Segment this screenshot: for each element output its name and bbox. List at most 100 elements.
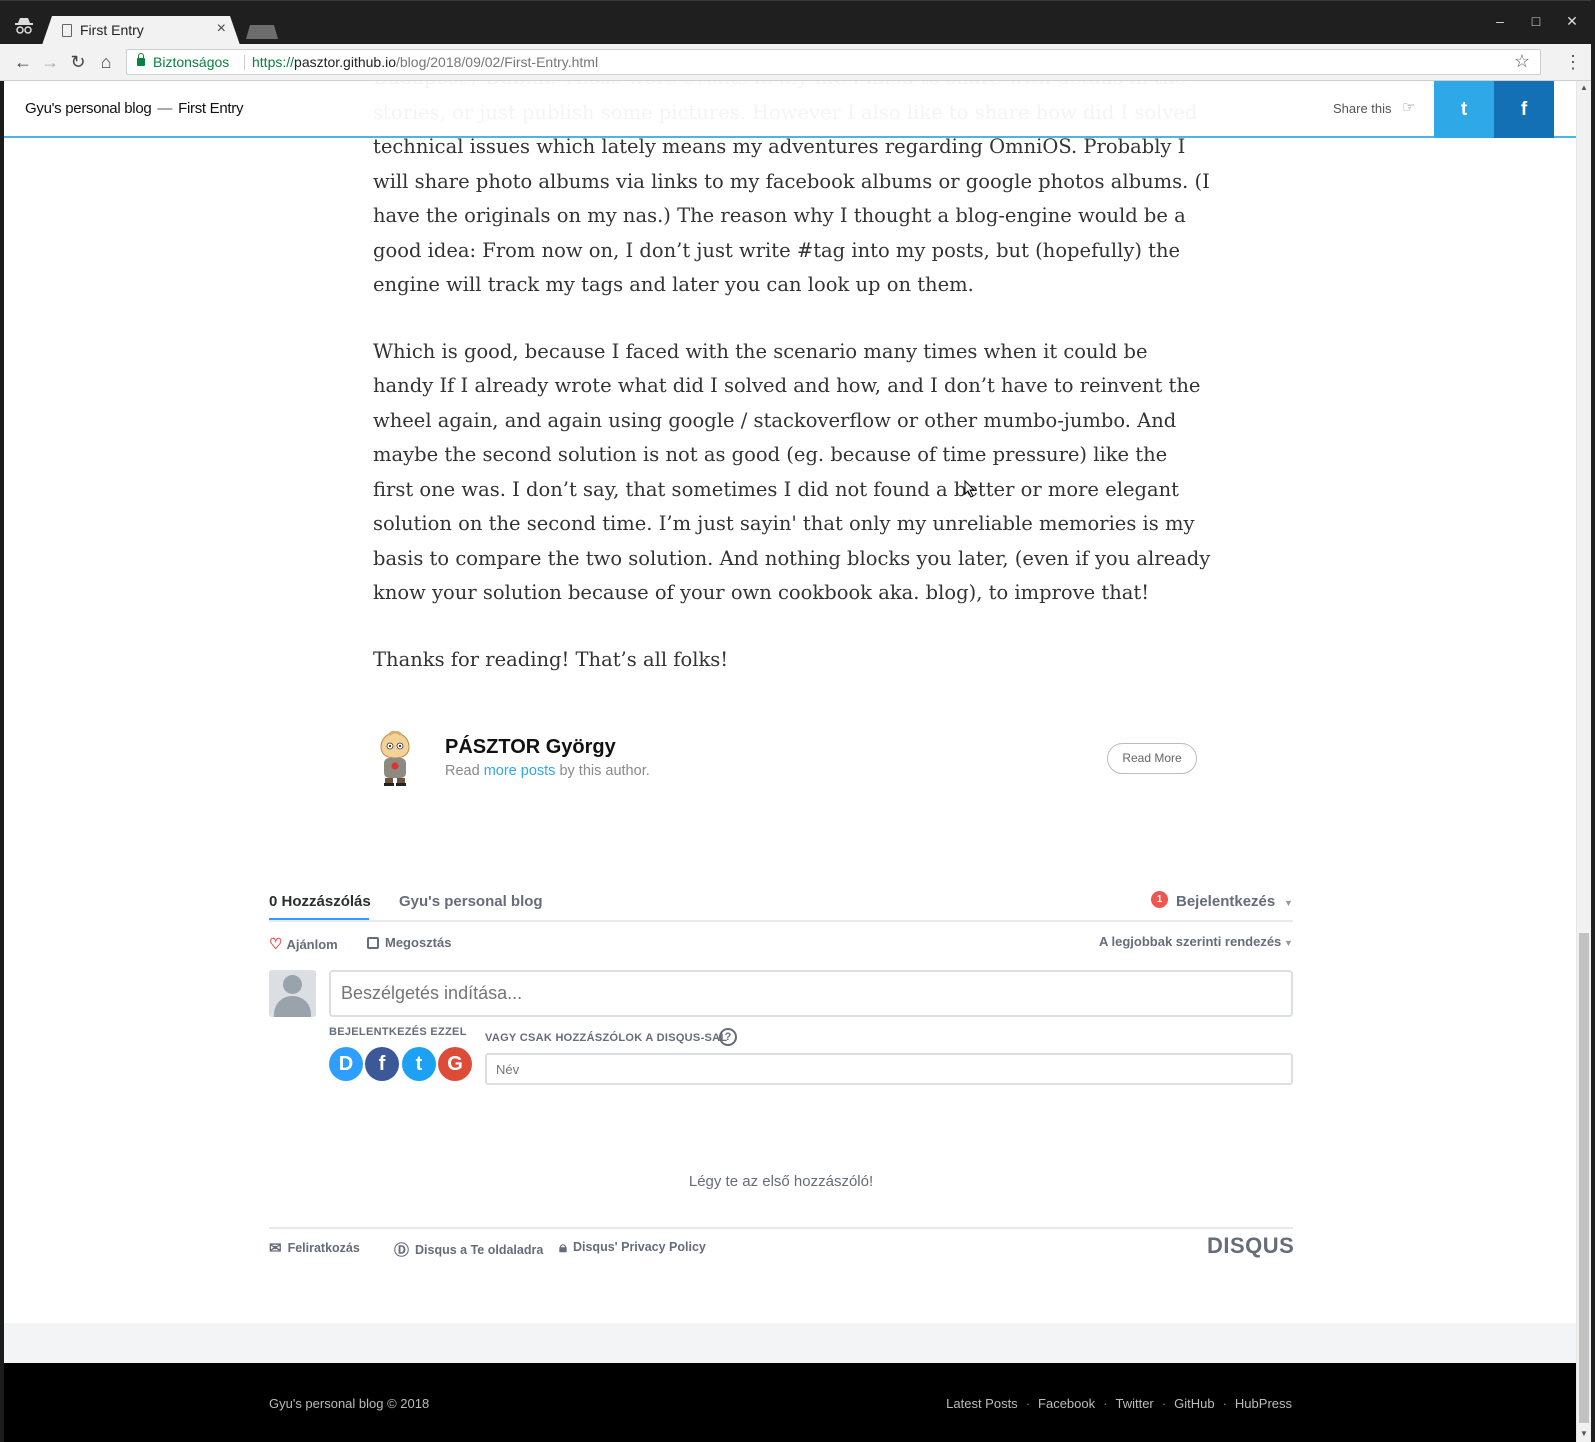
tab-comments-count[interactable]: 0 Hozzászólás [269,893,371,910]
post-title: First Entry [178,100,244,117]
facebook-login-icon[interactable]: f [365,1047,399,1081]
more-posts-link[interactable]: more posts [484,763,556,779]
url-host: pasztor.github.io [294,54,396,70]
header-separator: — [157,100,173,117]
lock-icon [137,53,145,66]
disqus-footer-divider [269,1227,1293,1229]
footer-dot: · [1161,1396,1167,1411]
url-path: /blog/2018/09/02/First-Entry.html [396,54,599,70]
add-disqus-label: Disqus a Te oldaladra [415,1243,544,1257]
home-icon[interactable]: ⌂ [96,52,116,72]
footer-links: Latest Posts · Facebook · Twitter · GitHub · Hub… [946,1396,1292,1411]
subscribe-link[interactable]: ✉ Feliratkozás [269,1239,360,1257]
share-facebook-button[interactable]: f [1494,81,1554,138]
google-login-icon[interactable]: G [438,1047,472,1081]
twitter-login-icon[interactable]: t [402,1047,436,1081]
tab-title: First Entry [80,22,144,38]
maximize-button[interactable]: □ [1526,13,1546,29]
envelope-icon: ✉ [269,1240,282,1257]
url-text[interactable]: https://pasztor.github.io/blog/2018/09/0… [252,54,598,70]
author-avatar[interactable] [375,731,415,787]
footer-link-latest-posts[interactable]: Latest Posts [946,1396,1018,1411]
login-dropdown[interactable]: Bejelentkezés [1176,893,1275,910]
back-icon[interactable]: ← [13,52,33,72]
sticky-post-header: Gyu's personal blog — First Entry Share th… [4,81,1576,138]
site-footer: Gyu's personal blog © 2018 Latest Posts ·… [4,1363,1576,1442]
facebook-icon: f [1520,98,1528,120]
reload-icon[interactable]: ↻ [68,52,88,72]
menu-icon[interactable]: ⋮ [1564,52,1582,73]
disqus-login-icon[interactable]: D [329,1047,363,1081]
url-scheme: https:// [252,54,295,70]
author-sub-suffix: by this author. [559,763,650,779]
footer-dot: · [1025,1396,1031,1411]
footer-spacer [4,1323,1576,1363]
page-viewport: Budapest / Dublin. Those were events in … [4,81,1576,1442]
tab-community[interactable]: Gyu's personal blog [399,893,543,910]
article-body: Budapest / Dublin. Those were events in … [373,81,1213,709]
browser-titlebar: First Entry × – □ ✕ [0,0,1595,45]
share-icon [367,937,379,949]
page-scrollbar[interactable]: ▲ ▼ [1576,81,1591,1442]
disqus-logo[interactable]: DISQUS [1207,1233,1294,1259]
secure-label: Biztonságos [153,54,230,70]
footer-dot: · [1103,1396,1108,1411]
help-icon[interactable]: ? [719,1028,737,1046]
comment-input[interactable] [329,970,1293,1017]
window-border [1591,0,1595,1442]
add-disqus-link[interactable]: Ⓓ Disqus a Te oldaladra [394,1239,543,1260]
footer-link-hubpress[interactable]: HubPress [1235,1396,1292,1411]
privacy-policy-label: Disqus' Privacy Policy [572,1240,706,1254]
author-name: PÁSZTOR György [445,736,616,758]
chevron-down-icon: ▼ [1284,898,1293,908]
new-tab-button[interactable] [246,25,278,39]
padlock-icon: 🔒︎ [559,1239,567,1256]
user-avatar [269,970,316,1017]
name-field[interactable] [485,1053,1293,1085]
copyright: Gyu's personal blog © 2018 [269,1396,430,1411]
subscribe-label: Feliratkozás [287,1241,360,1255]
recommend-label: Ajánlom [286,937,338,952]
footer-link-facebook[interactable]: Facebook [1038,1396,1095,1411]
empty-comments-message: Légy te az első hozzászóló! [688,1173,874,1190]
disqus-d-icon: Ⓓ [394,1242,410,1259]
scroll-down-arrow-icon[interactable]: ▼ [1580,1429,1588,1438]
share-label: Megosztás [385,935,452,950]
recommend-button[interactable]: ♡ Ajánlom [269,935,338,953]
chevron-down-icon: ▼ [1284,938,1293,948]
scroll-thumb[interactable] [1579,933,1589,1423]
author-sub-prefix: Read [445,763,480,779]
article-paragraph: Which is good, because I faced with the … [373,339,1211,605]
pointing-hand-icon: ☞ [1402,99,1416,116]
url-separator [244,55,245,70]
footer-link-github[interactable]: GitHub [1174,1396,1214,1411]
browser-tab[interactable]: First Entry × [42,16,240,45]
share-twitter-button[interactable]: t [1434,81,1494,138]
address-bar[interactable]: Biztonságos https://pasztor.github.io/bl… [126,49,1541,75]
scroll-up-arrow-icon[interactable]: ▲ [1580,83,1588,92]
twitter-icon: t [1460,98,1468,120]
privacy-policy-link[interactable]: 🔒︎ Disqus' Privacy Policy [559,1239,706,1256]
document-icon [62,24,72,37]
disqus-comments: 0 Hozzászólás Gyu's personal blog 1 Beje… [269,889,1294,1329]
bookmark-star-icon[interactable]: ☆ [1514,51,1530,72]
close-window-button[interactable]: ✕ [1562,13,1582,30]
avatar-body [274,996,311,1017]
blog-name-link[interactable]: Gyu's personal blog [25,100,152,117]
sort-dropdown[interactable]: A legjobbak szerinti rendezés [1099,934,1281,949]
guest-comment-label: VAGY CSAK HOZZÁSZÓLOK A DISQUS-SAL [485,1032,728,1044]
notification-badge: 1 [1151,891,1168,908]
share-label: Share this [1333,101,1392,116]
avatar-head [283,975,302,994]
tabs-divider [269,920,1293,922]
heart-icon: ♡ [269,936,283,953]
footer-link-twitter[interactable]: Twitter [1115,1396,1153,1411]
tab-close-icon[interactable]: × [217,20,226,38]
minimize-button[interactable]: – [1490,13,1510,29]
header-title: Gyu's personal blog — First Entry [25,100,243,117]
article-paragraph: Thanks for reading! That’s all folks! [373,647,729,671]
forward-icon[interactable]: → [40,52,60,72]
share-button[interactable]: Megosztás [367,935,451,950]
footer-dot: · [1222,1396,1227,1411]
read-more-button[interactable]: Read More [1107,743,1197,774]
